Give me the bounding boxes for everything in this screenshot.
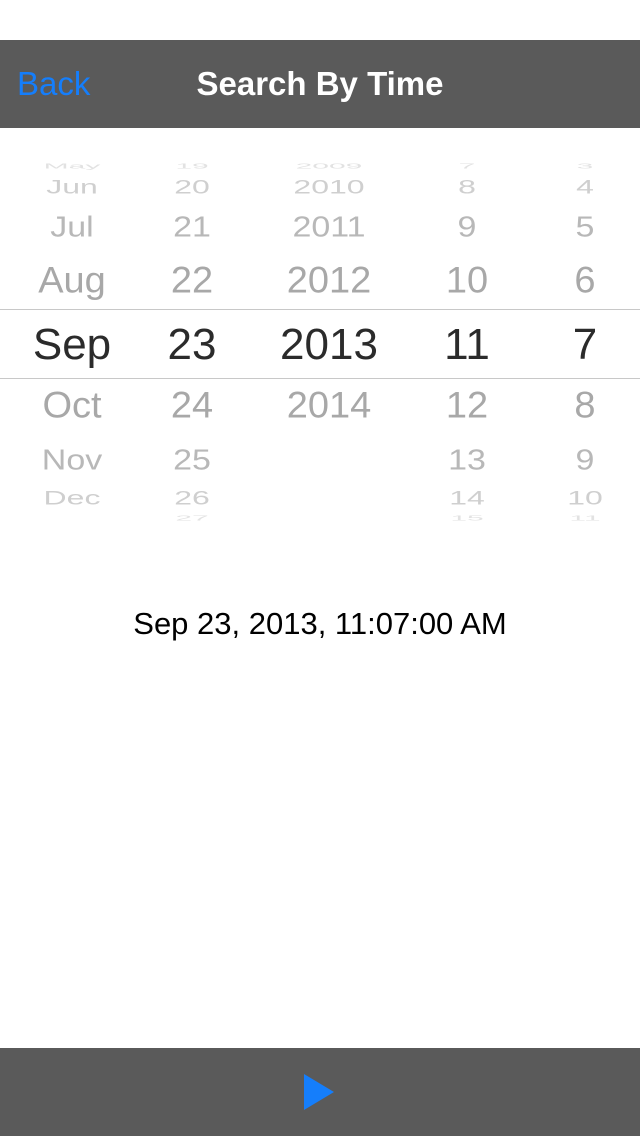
- selection-bottom-line: [0, 378, 640, 379]
- selection-top-line: [0, 309, 640, 310]
- bottom-toolbar: [0, 1048, 640, 1136]
- picker-day-item[interactable]: 24: [112, 388, 272, 425]
- nav-bar: Back Search By Time: [0, 40, 640, 128]
- picker-minute-selected[interactable]: 7: [505, 323, 640, 367]
- page-title: Search By Time: [196, 65, 444, 102]
- picker-year-item[interactable]: 2010: [249, 177, 409, 196]
- picker-day-item[interactable]: 19: [112, 162, 272, 170]
- picker-minute-item[interactable]: 9: [505, 446, 640, 475]
- picker-day-item[interactable]: 21: [112, 213, 272, 242]
- picker-day-item[interactable]: 25: [112, 446, 272, 475]
- picker-minute-item[interactable]: 4: [505, 177, 640, 196]
- picker-day-item[interactable]: 26: [112, 488, 272, 507]
- picker-minute-item[interactable]: 8: [505, 388, 640, 425]
- picker-year-selected[interactable]: 2013: [249, 323, 409, 367]
- picker-minute-item[interactable]: 11: [505, 514, 640, 522]
- selected-date-label: Sep 23, 2013, 11:07:00 AM: [133, 606, 507, 641]
- picker-day-selected[interactable]: 23: [112, 323, 272, 367]
- picker-minute-item[interactable]: 5: [505, 213, 640, 242]
- picker-year-item[interactable]: 2012: [249, 263, 409, 300]
- picker-day-item[interactable]: 20: [112, 177, 272, 196]
- picker-minute-item[interactable]: 10: [505, 488, 640, 507]
- date-time-picker[interactable]: May Jun Jul Aug Sep Oct Nov Dec 19 20 21 22 23 24 25 26…: [0, 150, 640, 530]
- picker-year-item[interactable]: 2014: [249, 388, 409, 425]
- picker-minute-item[interactable]: 3: [505, 162, 640, 170]
- status-bar: [0, 0, 640, 40]
- play-icon[interactable]: [304, 1074, 334, 1110]
- picker-day-item[interactable]: 22: [112, 263, 272, 300]
- picker-year-item[interactable]: 2011: [249, 213, 409, 242]
- picker-minute-item[interactable]: 6: [505, 263, 640, 300]
- picker-year-item[interactable]: 2009: [249, 162, 409, 170]
- picker-day-item[interactable]: 27: [112, 514, 272, 522]
